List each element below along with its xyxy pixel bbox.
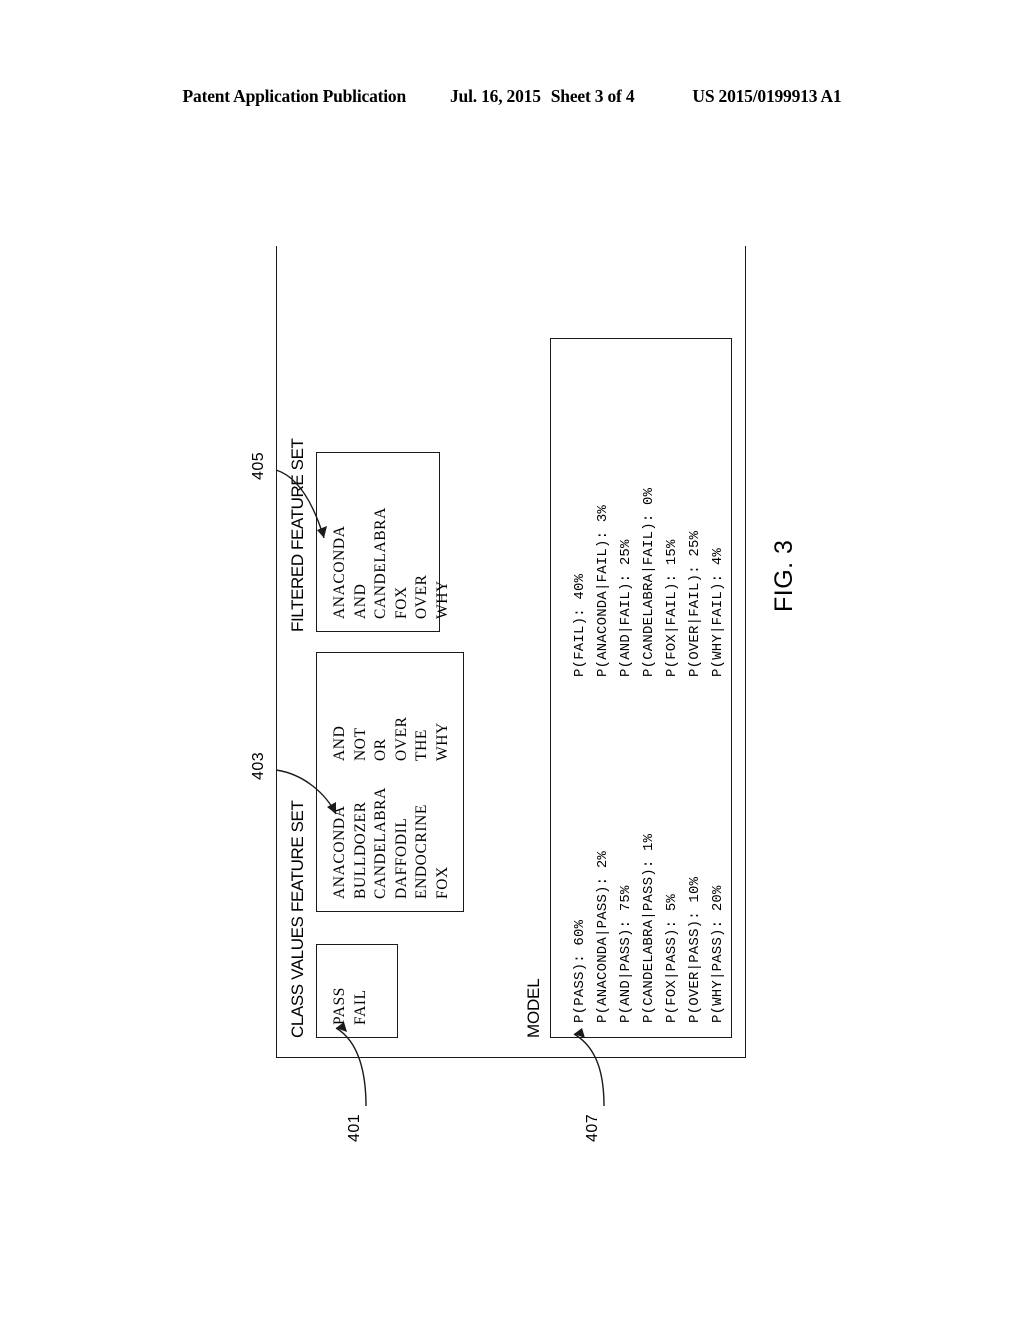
list-item: FOX (433, 866, 451, 899)
model-line: P(PASS): 60% (572, 919, 588, 1023)
list-item: WHY (433, 722, 451, 761)
figure-sheet: CLASS VALUES FEATURE SET FILTERED FEATUR… (250, 240, 762, 1142)
model-line: P(ANACONDA|FAIL): 3% (595, 504, 611, 677)
list-item: OR (372, 738, 389, 761)
list-item: OVER (413, 574, 430, 619)
header-publication: Patent Application Publication (182, 86, 407, 106)
list-item: WHY (433, 580, 451, 619)
header-date: Jul. 16, 2015 (450, 86, 541, 106)
model-line: P(ANACONDA|PASS): 2% (595, 850, 611, 1023)
model-line: P(AND|FAIL): 25% (618, 539, 634, 677)
model-pass-column: P(PASS): 60% P(ANACONDA|PASS): 2% P(AND|… (569, 834, 730, 1023)
list-item: OVER (392, 716, 410, 761)
model-line: P(FOX|PASS): 5% (664, 893, 680, 1023)
leader-line-401 (335, 1022, 367, 1107)
list-item: BULLDOZER (351, 801, 369, 899)
list-item: AND (351, 583, 369, 619)
list-item: CANDELABRA (372, 787, 389, 899)
model-line: P(AND|PASS): 75% (618, 885, 634, 1023)
class-values-caption: CLASS VALUES (288, 916, 307, 1039)
header-sheet: Sheet 3 of 4 (550, 86, 635, 106)
reference-numeral-403: 403 (250, 751, 267, 780)
reference-numeral-407: 407 (584, 1113, 601, 1142)
model-fail-column: P(FAIL): 40% P(ANACONDA|FAIL): 3% P(AND|… (569, 488, 730, 677)
model-line: P(WHY|FAIL): 4% (710, 547, 726, 677)
model-caption: MODEL (524, 978, 543, 1038)
model-line: P(FOX|FAIL): 15% (664, 539, 680, 677)
list-item: DAFFODIL (392, 817, 410, 899)
list-item: CANDELABRA (372, 507, 389, 619)
leader-line-403 (275, 769, 337, 815)
header-patent-number: US 2015/0199913 A1 (692, 86, 842, 106)
list-item: FOX (392, 586, 410, 619)
figure-label: FIG. 3 (770, 539, 798, 612)
model-line: P(CANDELABRA|PASS): 1% (641, 833, 657, 1023)
model-line: P(CANDELABRA|FAIL): 0% (641, 487, 657, 677)
model-line: P(OVER|FAIL): 25% (687, 530, 703, 677)
leader-line-405 (275, 469, 327, 539)
model-line: P(FAIL): 40% (572, 573, 588, 677)
list-item: NOT (351, 727, 369, 761)
list-item: ENDOCRINE (413, 804, 430, 899)
model-line: P(OVER|PASS): 10% (687, 876, 703, 1023)
reference-numeral-405: 405 (250, 451, 267, 480)
leader-line-407 (573, 1028, 605, 1107)
model-line: P(WHY|PASS): 20% (710, 885, 726, 1023)
list-item: THE (413, 729, 430, 761)
feature-set-caption: FEATURE SET (288, 800, 307, 912)
page-header: Patent Application Publication Jul. 16, … (0, 86, 1024, 107)
model-box: P(PASS): 60% P(ANACONDA|PASS): 2% P(AND|… (550, 338, 732, 1038)
reference-numeral-401: 401 (346, 1113, 363, 1142)
